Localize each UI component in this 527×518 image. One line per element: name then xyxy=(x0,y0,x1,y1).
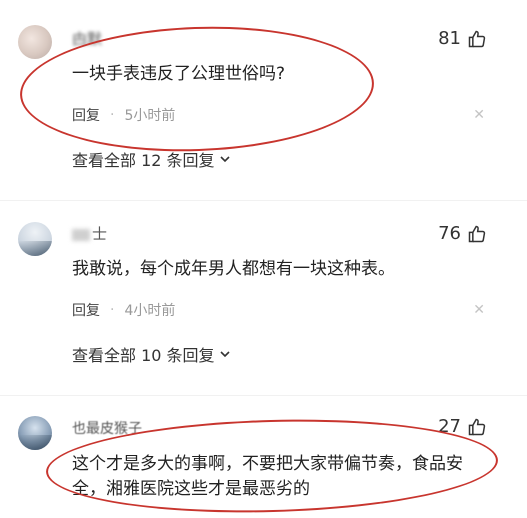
like-button[interactable]: 81 xyxy=(438,28,487,49)
comment-meta: 回复 · 4小时前 xyxy=(72,300,175,320)
reply-button[interactable]: 回复 xyxy=(72,300,100,320)
thumbs-up-icon xyxy=(468,225,486,242)
close-icon[interactable]: ✕ xyxy=(473,302,485,318)
user-avatar[interactable] xyxy=(18,25,52,59)
user-avatar[interactable] xyxy=(18,222,52,256)
view-all-replies[interactable]: 查看全部 12 条回复 xyxy=(72,147,231,171)
timestamp: 4小时前 xyxy=(124,303,176,319)
comment-text-line: 全，湘雅医院这些才是最恶劣的 xyxy=(72,479,310,499)
comment-text: 这个才是多大的事啊，不要把大家带偏节奏，食品安 全，湘雅医院这些才是最恶劣的 xyxy=(72,452,463,502)
username[interactable]: 士 xyxy=(72,223,107,244)
username-text: 甴默 xyxy=(72,30,103,48)
separator: · xyxy=(110,107,115,123)
reply-button[interactable]: 回复 xyxy=(72,105,100,125)
view-all-replies-label: 查看全部 10 条回复 xyxy=(72,346,215,365)
like-count: 27 xyxy=(438,416,461,437)
username[interactable]: 甴默 xyxy=(72,28,102,49)
username-text: 士 xyxy=(92,225,108,243)
divider xyxy=(0,395,527,396)
comment-text: 我敢说，每个成年男人都想有一块这种表。 xyxy=(72,259,395,279)
chevron-down-icon xyxy=(219,156,230,163)
username[interactable]: 也最皮猴子 xyxy=(72,418,142,438)
comment-text-line: 这个才是多大的事啊，不要把大家带偏节奏，食品安 xyxy=(72,454,463,474)
like-button[interactable]: 27 xyxy=(438,416,487,437)
like-count: 76 xyxy=(438,223,461,244)
chevron-down-icon xyxy=(219,351,230,358)
username-blur xyxy=(72,228,90,241)
close-icon[interactable]: ✕ xyxy=(473,107,485,123)
view-all-replies-label: 查看全部 12 条回复 xyxy=(72,151,215,170)
thumbs-up-icon xyxy=(468,30,486,47)
divider xyxy=(0,200,527,201)
user-avatar[interactable] xyxy=(18,416,52,450)
thumbs-up-icon xyxy=(468,418,486,435)
view-all-replies[interactable]: 查看全部 10 条回复 xyxy=(72,342,231,366)
comment-text: 一块手表违反了公理世俗吗? xyxy=(72,64,286,84)
like-count: 81 xyxy=(438,28,461,49)
comment-meta: 回复 · 5小时前 xyxy=(72,105,175,125)
username-text: 也最皮猴子 xyxy=(72,421,142,437)
timestamp: 5小时前 xyxy=(124,108,176,124)
separator: · xyxy=(110,302,115,318)
like-button[interactable]: 76 xyxy=(438,223,487,244)
